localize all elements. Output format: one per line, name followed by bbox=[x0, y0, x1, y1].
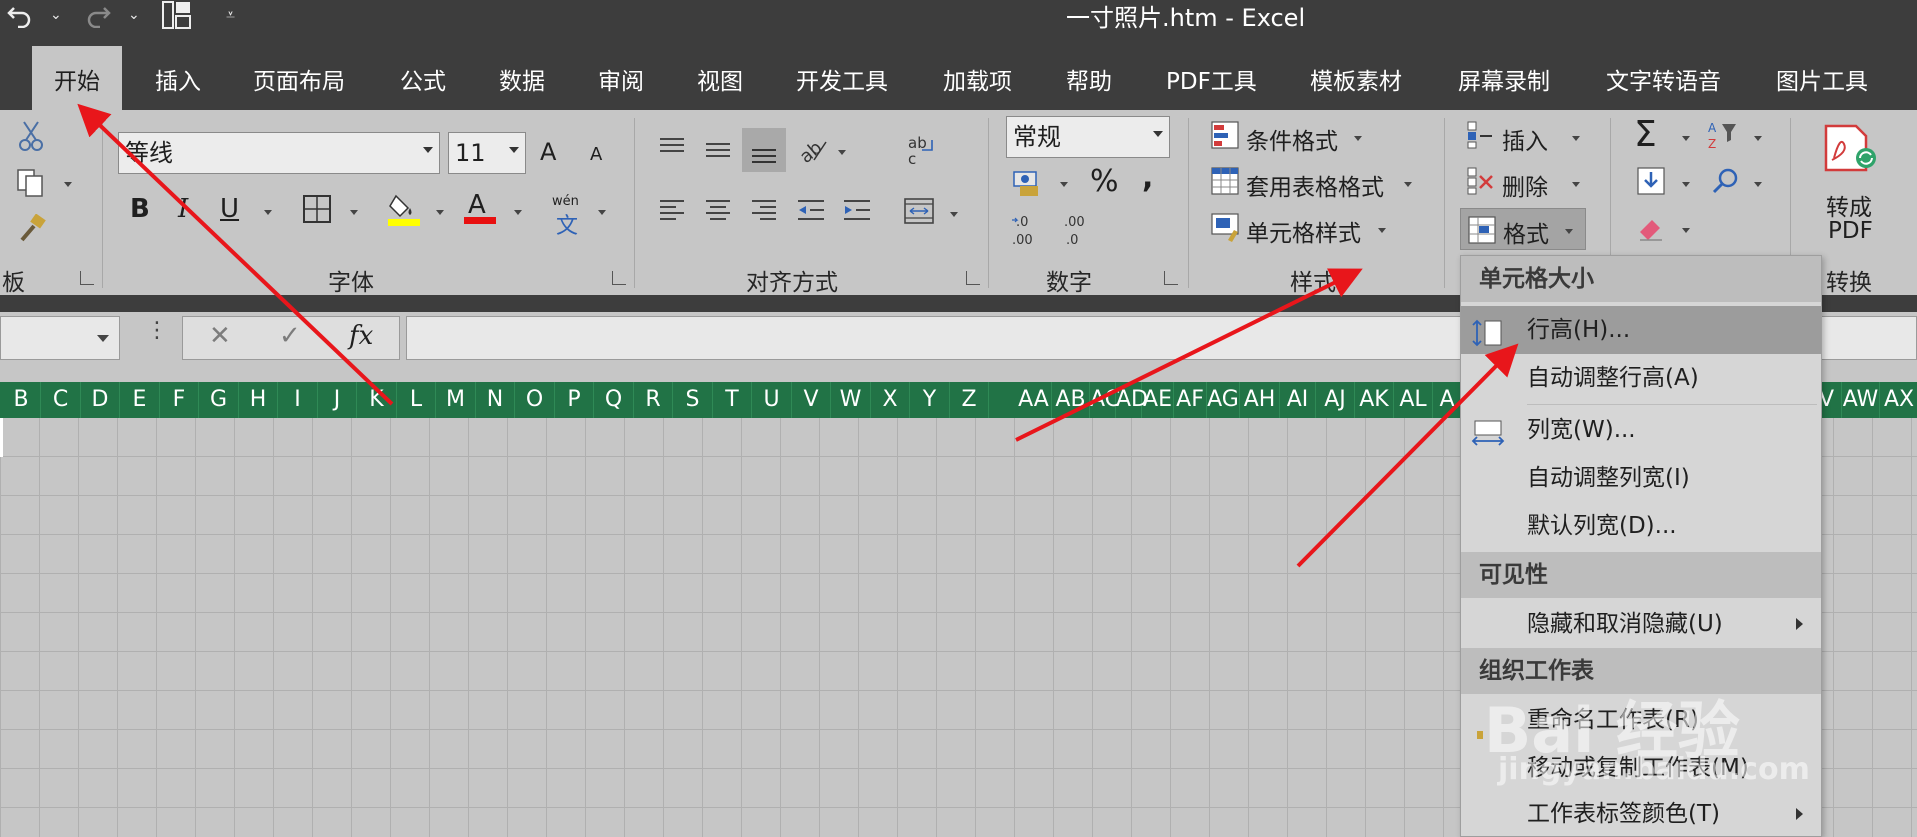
annotation-arrows bbox=[77, 103, 1519, 568]
excel-window: ⌄ ⌄ ⩡ 一寸照片.htm - Excel 开始 插入 页面布局 公式 数据 … bbox=[0, 0, 1917, 837]
arrow-to-row-height bbox=[1296, 343, 1519, 568]
arrow-to-format-button bbox=[1015, 268, 1363, 442]
arrow-to-home-tab bbox=[77, 103, 394, 406]
